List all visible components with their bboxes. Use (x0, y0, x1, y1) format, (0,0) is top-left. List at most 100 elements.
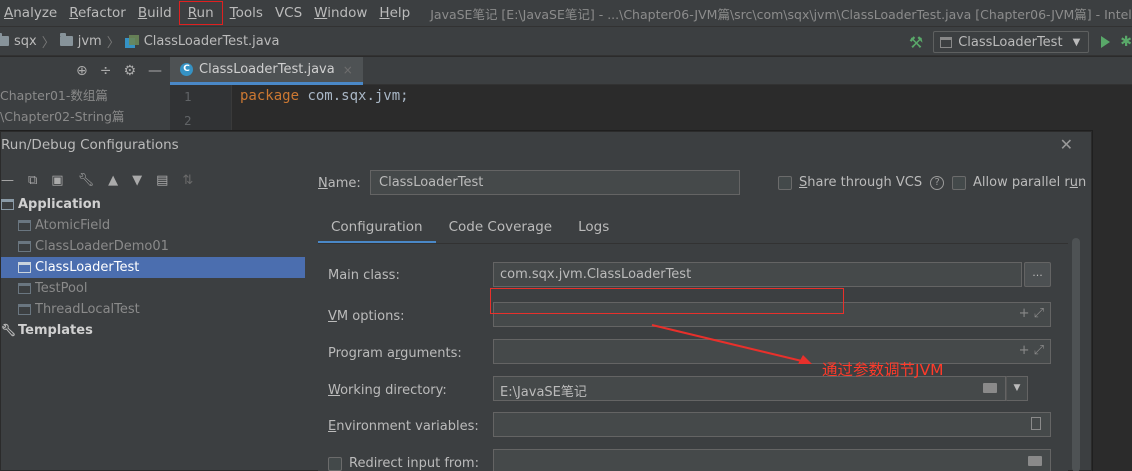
application-icon (1, 199, 14, 210)
menu-run[interactable]: Run (178, 0, 224, 26)
application-icon (18, 304, 31, 315)
sort-icon[interactable]: ⇅ (182, 173, 193, 188)
menu-help[interactable]: Help (373, 0, 416, 26)
build-hammer-icon[interactable]: ⚒ (909, 33, 923, 52)
breadcrumb-sqx[interactable]: sqx (14, 34, 37, 49)
expand-icon[interactable]: + ⤢ (1019, 343, 1044, 358)
run-play-icon[interactable] (1101, 36, 1111, 48)
move-down-icon[interactable]: ▼ (132, 173, 142, 188)
allow-parallel-run-checkbox[interactable]: Allow parallel run (952, 175, 1086, 190)
main-class-label: Main class: (328, 268, 400, 283)
menu-build[interactable]: Build (132, 0, 178, 26)
browse-main-class-button[interactable]: ... (1024, 262, 1051, 287)
tab-code-coverage[interactable]: Code Coverage (436, 212, 566, 244)
menu-window[interactable]: Window (308, 0, 373, 26)
menu-tools[interactable]: Tools (224, 0, 269, 26)
chevron-right-icon: 〉 (41, 35, 55, 51)
expand-icon[interactable]: + ⤢ (1019, 306, 1044, 321)
collapse-all-icon[interactable]: ÷ (100, 63, 112, 79)
breadcrumb-jvm[interactable]: jvm (78, 34, 102, 49)
working-directory-dropdown[interactable]: ▼ (1006, 376, 1028, 401)
folder-icon (0, 33, 9, 46)
tree-group-application[interactable]: Application (1, 194, 305, 215)
java-class-file-icon (124, 34, 139, 48)
folder-icon[interactable] (1028, 456, 1042, 466)
vm-options-highlight-box (490, 288, 844, 314)
locate-target-icon[interactable]: ⊕ (76, 63, 88, 79)
redirect-input-label: Redirect input from: (349, 456, 479, 471)
annotation-text: 通过参数调节JVM (822, 361, 944, 379)
tab-configuration[interactable]: Configuration (318, 212, 436, 244)
configuration-editor-panel: Name: ClassLoaderTest Share through VCS … (306, 162, 1092, 471)
line-number: 2 (184, 113, 192, 128)
menu-vcs[interactable]: VCS (269, 0, 308, 26)
application-icon (940, 36, 953, 48)
configuration-tree: Application AtomicField ClassLoaderDemo0… (1, 194, 305, 471)
help-icon[interactable]: ? (930, 175, 945, 190)
dropdown-arrow-icon: ▼ (1072, 36, 1081, 48)
tree-item-atomicfield[interactable]: AtomicField (1, 215, 305, 236)
name-label: Name: (318, 176, 361, 191)
close-icon[interactable]: × (343, 63, 353, 77)
move-up-icon[interactable]: ▲ (108, 173, 118, 188)
annotation-arrow (651, 324, 812, 364)
application-icon (18, 220, 31, 231)
configuration-toolbar: — ⧉ ▣ 🔧︎ ▲ ▼ ▤ ⇅ (1, 170, 193, 190)
breadcrumb: sqx 〉 jvm 〉 ClassLoaderTest.java (0, 32, 279, 51)
project-tree: Chapter01-数组篇 \Chapter02-String篇 (0, 85, 170, 131)
main-class-field[interactable]: com.sqx.jvm.ClassLoaderTest (493, 262, 1022, 287)
tree-item-classloadertest[interactable]: ClassLoaderTest (1, 257, 305, 278)
tree-item[interactable]: \Chapter02-String篇 (0, 106, 170, 127)
java-class-icon: C (180, 63, 193, 76)
environment-variables-field[interactable] (493, 412, 1051, 437)
parallel-label: Allow parallel run (973, 175, 1087, 190)
share-through-vcs-checkbox[interactable]: Share through VCS ? (778, 175, 945, 190)
folder-icon (59, 33, 73, 46)
menu-refactor[interactable]: Refactor (63, 0, 132, 26)
run-configuration-label: ClassLoaderTest (958, 34, 1063, 50)
working-directory-value: E:\JavaSE笔记 (500, 385, 587, 400)
redirect-input-checkbox[interactable]: Redirect input from: (328, 456, 479, 471)
code-keyword: package (240, 88, 300, 104)
checkbox-box[interactable] (778, 175, 792, 190)
window-title: JavaSE笔记 [E:\JavaSE笔记] - ...\Chapter06-J… (430, 6, 1132, 22)
share-label: Share through VCS (799, 175, 923, 190)
tab-label: ClassLoaderTest.java (199, 62, 335, 77)
wrench-icon[interactable]: 🔧︎ (78, 173, 95, 188)
close-icon[interactable]: ✕ (1060, 135, 1073, 154)
name-input[interactable]: ClassLoaderTest (370, 170, 740, 195)
minimize-icon[interactable]: — (148, 63, 162, 79)
menu-analyze[interactable]: Analyze (0, 0, 63, 26)
tab-logs[interactable]: Logs (565, 212, 622, 244)
application-icon (18, 241, 31, 252)
save-icon[interactable]: ▣ (51, 173, 63, 188)
line-number: 1 (184, 89, 192, 104)
breadcrumb-file[interactable]: ClassLoaderTest.java (144, 34, 280, 49)
document-icon[interactable] (1031, 417, 1041, 430)
remove-icon[interactable]: — (1, 173, 14, 188)
chevron-right-icon: 〉 (106, 35, 120, 51)
tree-item[interactable]: Chapter01-数组篇 (0, 85, 170, 106)
menu-bar: Analyze Refactor Build Run Tools VCS Win… (0, 0, 1132, 26)
editor-gutter: 1 2 (170, 85, 232, 131)
vm-options-label: VM options: (328, 309, 405, 324)
tree-item-classloaderdemo01[interactable]: ClassLoaderDemo01 (1, 236, 305, 257)
folder-icon[interactable] (983, 383, 997, 393)
gear-icon[interactable]: ⚙ (123, 63, 136, 79)
debug-bug-icon[interactable]: ✱ (1120, 34, 1132, 50)
checkbox-box[interactable] (952, 175, 966, 190)
tree-item-threadlocaltest[interactable]: ThreadLocalTest (1, 299, 305, 320)
code-line[interactable]: package com.sqx.jvm; (240, 88, 409, 104)
tab-classloadertest[interactable]: C ClassLoaderTest.java × (170, 57, 363, 85)
navigation-bar: sqx 〉 jvm 〉 ClassLoaderTest.java ⚒ Class… (0, 26, 1132, 56)
copy-icon[interactable]: ⧉ (28, 173, 37, 188)
run-configuration-selector[interactable]: ClassLoaderTest ▼ (933, 31, 1090, 53)
redirect-input-field[interactable] (493, 449, 1051, 471)
tree-group-templates[interactable]: 🔧︎ Templates (1, 320, 305, 341)
vertical-scrollbar[interactable] (1072, 238, 1080, 471)
editor-tabs: C ClassLoaderTest.java × (170, 57, 1132, 85)
configuration-tabs: Configuration Code Coverage Logs (318, 212, 622, 244)
checkbox-box[interactable] (328, 456, 342, 471)
folder-add-icon[interactable]: ▤ (156, 173, 168, 188)
tree-item-testpool[interactable]: TestPool (1, 278, 305, 299)
